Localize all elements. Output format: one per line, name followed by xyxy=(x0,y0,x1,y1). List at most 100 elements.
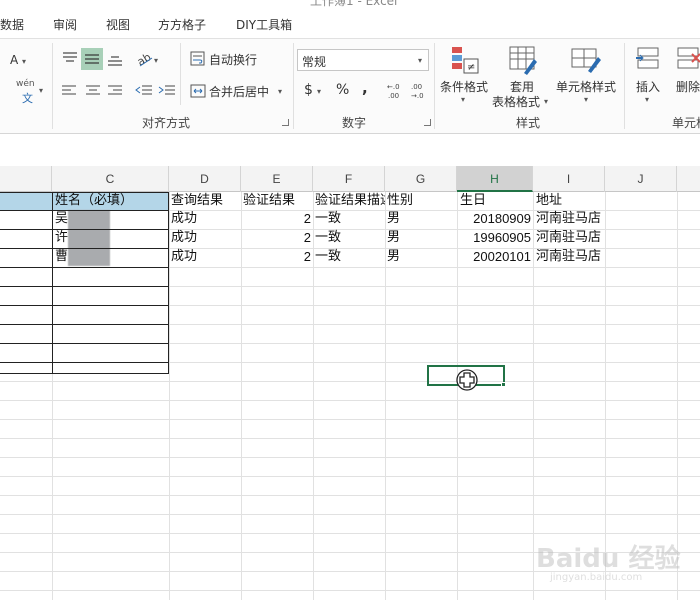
column-header-k[interactable] xyxy=(677,166,700,192)
styles-group-label: 样式 xyxy=(516,116,541,130)
table-row-line xyxy=(0,286,169,287)
cell-verify[interactable]: 2 xyxy=(243,229,311,247)
cell-gender[interactable]: 男 xyxy=(387,210,457,228)
cell-birthday[interactable]: 19960905 xyxy=(457,229,531,247)
font-color-button[interactable]: A ▾ xyxy=(0,51,28,71)
wrap-text-icon xyxy=(190,51,205,66)
cell-styles-label: 单元格样式 xyxy=(556,80,617,94)
format-as-table-button[interactable]: 套用 表格格式 ▾ xyxy=(492,45,552,111)
cell-query[interactable]: 成功 xyxy=(171,229,241,247)
column-header-h[interactable]: H xyxy=(457,166,533,192)
cell-address[interactable]: 河南驻马店 xyxy=(536,229,616,247)
merge-center-icon xyxy=(190,84,206,98)
grid-column-line xyxy=(169,192,170,600)
tab-view[interactable]: 视图 xyxy=(106,16,130,33)
cell-address[interactable]: 河南驻马店 xyxy=(536,210,616,228)
column-header-g[interactable]: G xyxy=(385,166,457,192)
align-left-icon[interactable] xyxy=(60,83,80,99)
column-header-j[interactable]: J xyxy=(605,166,677,192)
cell-birthday[interactable]: 20020101 xyxy=(457,248,531,266)
header-gender[interactable]: 性别 xyxy=(387,192,457,210)
header-verify-desc[interactable]: 验证结果描述 xyxy=(315,192,385,210)
column-header-e[interactable]: E xyxy=(241,166,313,192)
table-row-line xyxy=(0,229,169,230)
align-middle-icon[interactable] xyxy=(81,48,103,70)
increase-decimal-icon[interactable]: ←.0.00 xyxy=(386,81,406,101)
cell-birthday[interactable]: 20180909 xyxy=(457,210,531,228)
cell-styles-button[interactable]: 单元格样式 ▾ xyxy=(554,45,620,111)
column-header-f[interactable]: F xyxy=(313,166,385,192)
cell-select-cursor-icon xyxy=(456,369,478,391)
cell-gender[interactable]: 男 xyxy=(387,248,457,266)
alignment-launcher-icon[interactable] xyxy=(282,119,289,126)
number-launcher-icon[interactable] xyxy=(424,119,431,126)
chevron-down-icon: ▾ xyxy=(418,56,423,65)
increase-indent-icon[interactable] xyxy=(157,83,177,99)
ribbon: A ▾ wén 文 ▾ ab ▾ 自动换行 合并后居中 ▾ 对齐方式 常规 ▾ … xyxy=(0,38,700,134)
insert-cells-button[interactable]: 插入 ▾ xyxy=(630,45,666,111)
grid-column-line xyxy=(313,192,314,600)
cell-verify[interactable]: 2 xyxy=(243,210,311,228)
cell-gender[interactable]: 男 xyxy=(387,229,457,247)
grid-row-line xyxy=(0,400,700,401)
cell-query[interactable]: 成功 xyxy=(171,210,241,228)
chevron-down-icon: ▾ xyxy=(544,97,549,106)
grid-row-line xyxy=(0,495,700,496)
grid-row-line xyxy=(0,533,700,534)
header-address[interactable]: 地址 xyxy=(536,192,616,210)
cell-desc[interactable]: 一致 xyxy=(315,248,385,266)
svg-text:←.0: ←.0 xyxy=(387,83,400,91)
tab-diy-toolbox[interactable]: DIY工具箱 xyxy=(236,16,292,33)
grid-row-line xyxy=(0,590,700,591)
delete-cells-button[interactable]: 删除 xyxy=(670,45,700,111)
align-top-icon[interactable] xyxy=(60,49,80,69)
column-header-c[interactable]: C xyxy=(52,166,169,192)
column-headers: C D E F G H I J xyxy=(0,166,700,192)
decrease-decimal-icon[interactable]: .00→.0 xyxy=(410,81,430,101)
merge-center-button[interactable]: 合并后居中 ▾ xyxy=(190,82,290,102)
table-column-line xyxy=(52,192,53,374)
wrap-text-button[interactable]: 自动换行 xyxy=(190,50,280,70)
grid-column-line xyxy=(385,192,386,600)
chevron-down-icon: ▾ xyxy=(584,95,589,104)
column-header-i[interactable]: I xyxy=(533,166,605,192)
tab-fangfangegezi[interactable]: 方方格子 xyxy=(158,16,206,33)
comma-style-icon[interactable]: , xyxy=(362,79,368,97)
tab-data[interactable]: 数据 xyxy=(0,16,24,33)
worksheet-grid[interactable]: 姓名（必填） 查询结果 验证结果 验证结果描述 性别 生日 地址 吴 成功 2 … xyxy=(0,192,700,600)
svg-text:▾: ▾ xyxy=(154,56,158,65)
chevron-down-icon: ▾ xyxy=(22,57,27,66)
cell-verify[interactable]: 2 xyxy=(243,248,311,266)
percent-icon[interactable]: % xyxy=(336,82,349,98)
align-bottom-icon[interactable] xyxy=(105,49,125,69)
format-as-table-label-2: 表格格式 xyxy=(492,95,541,109)
align-right-icon[interactable] xyxy=(106,83,126,99)
align-center-icon[interactable] xyxy=(84,83,104,99)
conditional-formatting-button[interactable]: ≠ 条件格式 ▾ xyxy=(438,45,492,111)
excel-window: 工作簿1 - Excel 数据 审阅 视图 方方格子 DIY工具箱 A ▾ wé… xyxy=(0,0,700,600)
ribbon-tabs: 数据 审阅 视图 方方格子 DIY工具箱 xyxy=(0,8,700,38)
number-format-select[interactable]: 常规 ▾ xyxy=(297,49,429,71)
column-header-d[interactable]: D xyxy=(169,166,241,192)
phonetic-button[interactable]: wén 文 ▾ xyxy=(0,79,43,105)
tab-review[interactable]: 审阅 xyxy=(53,16,77,33)
table-row-line xyxy=(0,267,169,268)
table-row-line xyxy=(0,248,169,249)
cell-desc[interactable]: 一致 xyxy=(315,210,385,228)
decrease-indent-icon[interactable] xyxy=(134,83,154,99)
header-birthday[interactable]: 生日 xyxy=(460,192,532,210)
currency-button[interactable]: $ ▾ xyxy=(304,81,326,101)
grid-row-line xyxy=(0,552,700,553)
grid-row-line xyxy=(0,457,700,458)
svg-text:≠: ≠ xyxy=(467,62,475,73)
cell-query[interactable]: 成功 xyxy=(171,248,241,266)
cell-address[interactable]: 河南驻马店 xyxy=(536,248,616,266)
grid-column-line xyxy=(241,192,242,600)
header-query-result[interactable]: 查询结果 xyxy=(171,192,241,210)
fill-handle[interactable] xyxy=(501,382,506,387)
chevron-down-icon: ▾ xyxy=(317,87,322,96)
cell-desc[interactable]: 一致 xyxy=(315,229,385,247)
column-header-b[interactable] xyxy=(0,166,52,192)
header-verify-result[interactable]: 验证结果 xyxy=(243,192,313,210)
orientation-icon[interactable]: ab ▾ xyxy=(136,49,162,69)
